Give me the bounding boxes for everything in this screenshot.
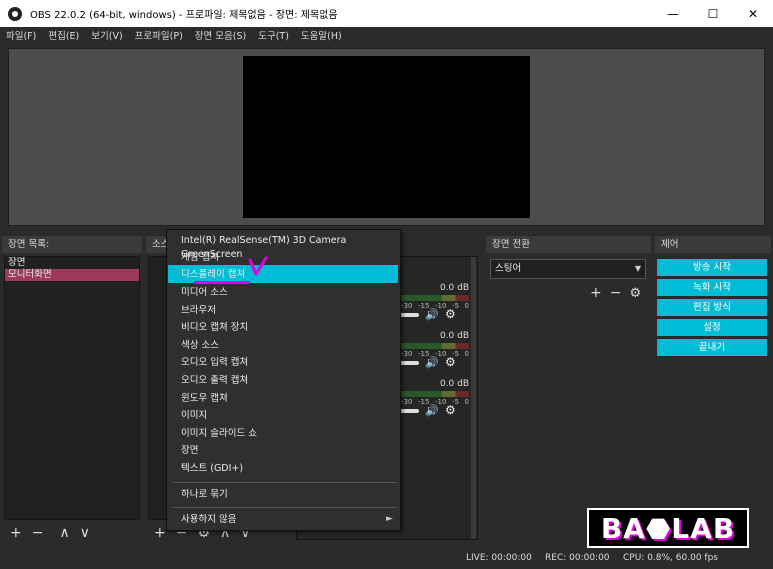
menu-edit[interactable]: 편집(E) — [48, 28, 79, 42]
volume-meter — [401, 343, 469, 349]
start-recording-button[interactable]: 녹화 시작 — [657, 279, 767, 296]
move-scene-up-icon[interactable]: ∧ — [59, 525, 69, 541]
close-button[interactable]: ✕ — [733, 0, 773, 27]
window-title: OBS 22.0.2 (64-bit, windows) - 프로파일: 제목없… — [30, 10, 338, 21]
add-transition-icon[interactable]: + — [590, 285, 602, 301]
transition-toolbar: + − ⚙ — [590, 285, 641, 301]
window-titlebar: OBS 22.0.2 (64-bit, windows) - 프로파일: 제목없… — [0, 0, 773, 27]
add-scene-icon[interactable]: + — [10, 525, 22, 541]
track-settings-gear-icon[interactable]: ⚙ — [445, 307, 456, 321]
menu-item-deprecated[interactable]: 사용하지 않음 — [181, 513, 236, 527]
menu-item-text-gdi[interactable]: 텍스트 (GDI+) — [181, 462, 243, 476]
menu-item-video-capture-device[interactable]: 비디오 캡쳐 장치 — [181, 321, 248, 335]
menu-scene-collection[interactable]: 장면 모음(S) — [195, 28, 246, 42]
track-settings-gear-icon[interactable]: ⚙ — [445, 403, 456, 417]
menu-item-display-capture[interactable]: 디스플레이 캡쳐 — [181, 268, 245, 282]
start-streaming-button[interactable]: 방송 시작 — [657, 259, 767, 276]
exit-button[interactable]: 끝내기 — [657, 339, 767, 356]
menu-bar: 파일(F) 편집(E) 보기(V) 프로파일(P) 장면 모음(S) 도구(T)… — [0, 27, 773, 43]
track-db-readout: 0.0 dB — [439, 331, 469, 341]
audio-track-1: 0.0 dB -30 -15 -10 -5 0 🔊 ⚙ — [397, 283, 469, 327]
balab-logo: BA⬣LAB — [587, 508, 749, 548]
speaker-icon[interactable]: 🔊 — [425, 356, 439, 369]
chevron-down-icon: ▼ — [634, 264, 641, 273]
menu-item-audio-output-capture[interactable]: 오디오 출력 캡쳐 — [181, 374, 248, 388]
menu-tools[interactable]: 도구(T) — [258, 28, 289, 42]
speaker-icon[interactable]: 🔊 — [425, 308, 439, 321]
transitions-dock: 장면 전환 — [486, 236, 651, 543]
menu-item-image[interactable]: 이미지 — [181, 409, 207, 423]
menu-item-audio-input-capture[interactable]: 오디오 입력 캡쳐 — [181, 356, 248, 370]
submenu-arrow-icon: ► — [386, 514, 393, 524]
scene-item-scene[interactable]: 장면 — [5, 257, 139, 269]
menu-separator — [173, 482, 397, 483]
menu-item-browser[interactable]: 브라우저 — [181, 304, 216, 318]
settings-button[interactable]: 설정 — [657, 319, 767, 336]
volume-meter — [401, 295, 469, 301]
menu-item-game-capture[interactable]: 게임 캡쳐 — [181, 251, 219, 265]
scenes-dock: 장면 목록: 장면 모니터화면 + − ∧ ∨ — [2, 236, 142, 543]
menu-item-media-source[interactable]: 미디어 소스 — [181, 286, 228, 300]
remove-scene-icon[interactable]: − — [32, 525, 44, 541]
live-timer: LIVE: 00:00:00 — [466, 553, 532, 563]
track-db-readout: 0.0 dB — [439, 283, 469, 293]
obs-logo-icon — [8, 6, 22, 21]
audio-track-3: 0.0 dB -30 -15 -10 -5 0 🔊 ⚙ — [397, 379, 469, 423]
scene-item-monitor[interactable]: 모니터화면 — [5, 269, 139, 281]
scene-list[interactable]: 장면 모니터화면 — [4, 256, 140, 520]
transition-select[interactable]: 스팅어 ▼ — [490, 259, 646, 279]
preview-canvas[interactable] — [243, 56, 530, 218]
scenes-dock-title: 장면 목록: — [2, 236, 142, 253]
move-scene-down-icon[interactable]: ∨ — [80, 525, 90, 541]
pen-underline-annotation — [194, 281, 250, 284]
menu-profile[interactable]: 프로파일(P) — [135, 28, 183, 42]
status-bar: LIVE: 00:00:00 REC: 00:00:00 CPU: 0.8%, … — [0, 546, 773, 569]
maximize-button[interactable]: ☐ — [693, 0, 733, 27]
mixer-scrollbar[interactable] — [471, 257, 476, 539]
menu-item-group[interactable]: 하나로 묶기 — [181, 488, 228, 502]
menu-item-window-capture[interactable]: 윈도우 캡쳐 — [181, 392, 228, 406]
scenes-toolbar: + − ∧ ∨ — [10, 525, 90, 541]
menu-item-color-source[interactable]: 색상 소스 — [181, 339, 219, 353]
audio-track-2: 0.0 dB -30 -15 -10 -5 0 🔊 ⚙ — [397, 331, 469, 375]
menu-separator — [173, 507, 397, 508]
transition-properties-gear-icon[interactable]: ⚙ — [629, 286, 641, 301]
menu-help[interactable]: 도움말(H) — [301, 28, 342, 42]
menu-view[interactable]: 보기(V) — [91, 28, 122, 42]
transitions-dock-title: 장면 전환 — [486, 236, 651, 253]
pen-check-annotation — [248, 256, 268, 276]
minimize-button[interactable]: — — [653, 0, 693, 27]
muted-speaker-icon[interactable]: 🔊 — [425, 404, 439, 417]
logo-text: BA⬣LAB — [600, 511, 736, 545]
track-db-readout: 0.0 dB — [439, 379, 469, 389]
menu-item-scene[interactable]: 장면 — [181, 444, 198, 458]
add-source-menu: Intel(R) RealSense(TM) 3D Camera GreenSc… — [166, 229, 401, 531]
cpu-fps-readout: CPU: 0.8%, 60.00 fps — [623, 553, 718, 563]
volume-meter — [401, 391, 469, 397]
track-settings-gear-icon[interactable]: ⚙ — [445, 355, 456, 369]
menu-item-image-slideshow[interactable]: 이미지 슬라이드 쇼 — [181, 427, 257, 441]
preview-area[interactable] — [8, 48, 765, 226]
rec-timer: REC: 00:00:00 — [545, 553, 610, 563]
studio-mode-button[interactable]: 편집 방식 — [657, 299, 767, 316]
remove-transition-icon[interactable]: − — [610, 285, 622, 301]
add-source-icon[interactable]: + — [154, 525, 166, 541]
menu-file[interactable]: 파일(F) — [6, 28, 36, 42]
controls-dock-title: 제어 — [655, 236, 771, 253]
